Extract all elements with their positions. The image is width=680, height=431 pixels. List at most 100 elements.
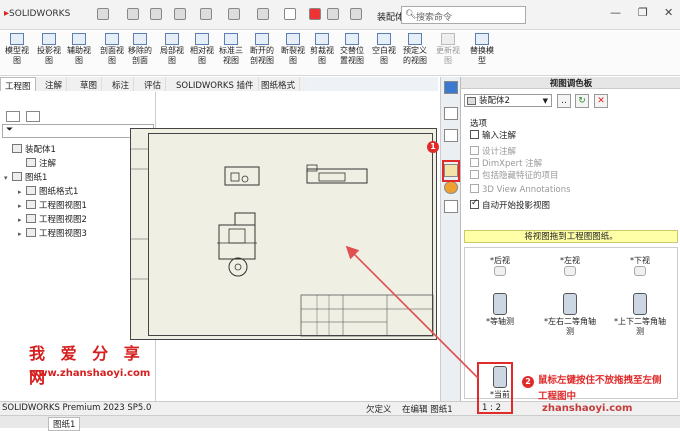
drawing-sheet[interactable] (130, 128, 437, 340)
ribbon-icon (345, 33, 359, 45)
ribbon-button-6[interactable]: 相对视 图 (187, 33, 217, 66)
restore-icon[interactable]: ❐ (638, 6, 648, 19)
ribbon-button-12[interactable]: 空白视 图 (369, 33, 399, 66)
ribbon-button-13[interactable]: 预定义 的视图 (400, 33, 430, 66)
tree-item[interactable]: ▸ 图纸格式1 (18, 186, 78, 199)
resources-icon[interactable] (444, 81, 458, 94)
tree-item[interactable]: ▸ 工程图视图2 (18, 214, 87, 227)
ribbon-icon (72, 33, 86, 45)
instruction-callout: 鼠标左键按住不放拖拽至左侧 工程图中 (538, 375, 662, 402)
new-file-icon[interactable] (127, 8, 139, 20)
ribbon-button-10[interactable]: 剪裁视 图 (307, 33, 337, 66)
tree-node-icon (12, 144, 22, 153)
browse-button[interactable]: .. (557, 94, 571, 108)
tree-item[interactable]: 注解 (18, 158, 56, 171)
ribbon-button-0[interactable]: 模型视 图 (2, 33, 32, 66)
option-checkbox[interactable]: 3D View Annotations (470, 184, 571, 195)
clear-icon[interactable]: ✕ (594, 94, 608, 108)
document-select[interactable]: 装配体2 ▼ (464, 94, 552, 107)
tree-node-icon (26, 186, 36, 195)
search-icon: 🔍︎ (405, 10, 417, 20)
ribbon-icon (10, 33, 24, 45)
options-heading: 选项 (470, 119, 488, 129)
view-preview-icon (634, 266, 646, 276)
tab-2[interactable]: 草图 (76, 77, 103, 91)
traffic-light-icon[interactable] (309, 8, 321, 20)
edit-state: 在编辑 图纸1 (402, 405, 453, 415)
option-checkbox[interactable]: 包括隐藏特征的项目 (470, 169, 559, 181)
ribbon-icon (105, 33, 119, 45)
select-cursor-icon[interactable] (284, 8, 296, 20)
ribbon-icon (224, 33, 238, 45)
redo-icon[interactable] (257, 8, 269, 20)
view-thumbnail[interactable]: *左视 (535, 256, 605, 278)
checkbox-icon (470, 130, 479, 139)
custom-properties-icon[interactable] (444, 200, 458, 213)
option-checkbox[interactable]: DimXpert 注解 (470, 157, 542, 169)
search-input[interactable]: 🔍︎ 搜索命令 (401, 6, 526, 24)
sheet-tab[interactable]: 图纸1 (48, 417, 81, 431)
tab-4[interactable]: 评估 (140, 77, 167, 91)
expand-toggle-icon[interactable]: ▸ (18, 214, 26, 227)
ribbon-button-11[interactable]: 交替位 置视图 (337, 33, 367, 66)
undo-icon[interactable] (228, 8, 240, 20)
ribbon-button-15[interactable]: 替换模 型 (467, 33, 497, 66)
ribbon-button-4[interactable]: 移除的 剖面 (125, 33, 155, 66)
checkbox-icon (470, 170, 479, 179)
drag-hint: 将视图拖到工程图图纸。 (464, 230, 678, 243)
view-thumbnail[interactable]: *下视 (605, 256, 675, 278)
gear-icon[interactable] (350, 8, 362, 20)
ribbon-button-3[interactable]: 剖面视 图 (97, 33, 127, 66)
view-thumbnail[interactable]: *左右二等角轴 测 (535, 293, 605, 337)
appearances-icon[interactable] (444, 181, 458, 194)
option-checkbox[interactable]: 输入注解 (470, 129, 516, 141)
ribbon-button-8[interactable]: 断开的 剖视图 (247, 33, 277, 66)
option-checkbox[interactable]: 自动开始投影视图 (470, 198, 550, 211)
tree-item[interactable]: ▸ 工程图视图3 (18, 228, 87, 241)
drawing-view-3[interactable] (131, 129, 438, 341)
task-pane-strip (440, 77, 460, 401)
ribbon-button-9[interactable]: 断裂视 图 (278, 33, 308, 66)
assembly-icon (467, 97, 476, 105)
expand-toggle-icon[interactable]: ▾ (4, 172, 12, 185)
tab-6[interactable]: 图纸格式 (257, 77, 301, 91)
tab-0[interactable]: 工程图 (0, 77, 36, 92)
property-tab-icon[interactable] (26, 111, 40, 122)
view-thumbnail[interactable]: *后视 (465, 256, 535, 278)
checkbox-icon (470, 158, 479, 167)
tab-3[interactable]: 标注 (108, 77, 135, 91)
expand-toggle-icon[interactable]: ▸ (18, 186, 26, 199)
view-preview-icon (563, 293, 577, 315)
ribbon-button-14[interactable]: 更新视 图 (433, 33, 463, 66)
ribbon-icon (133, 33, 147, 45)
tab-1[interactable]: 注解 (41, 77, 68, 91)
tree-item[interactable]: 装配体1 (4, 144, 56, 157)
file-explorer-icon[interactable] (444, 129, 458, 142)
rebuild-icon[interactable] (327, 8, 339, 20)
view-thumbnail[interactable]: *等轴测 (465, 293, 535, 327)
expand-toggle-icon[interactable]: ▸ (18, 228, 26, 241)
tree-item[interactable]: ▸ 工程图视图1 (18, 200, 87, 213)
ribbon-button-2[interactable]: 辅助视 图 (64, 33, 94, 66)
close-icon[interactable]: ✕ (664, 6, 673, 19)
minimize-icon[interactable]: — (610, 6, 621, 19)
save-icon[interactable] (174, 8, 186, 20)
refresh-icon[interactable]: ↻ (575, 94, 589, 108)
design-library-icon[interactable] (444, 107, 458, 120)
checkbox-icon (470, 184, 479, 193)
tree-item[interactable]: ▾ 图纸1 (4, 172, 47, 185)
expand-toggle-icon[interactable]: ▸ (18, 200, 26, 213)
tab-5[interactable]: SOLIDWORKS 插件 (172, 77, 259, 91)
step-badge-1: 1 (427, 141, 439, 153)
sheet-tab-bar: 图纸1 (0, 415, 680, 431)
open-file-icon[interactable] (150, 8, 162, 20)
option-checkbox[interactable]: 设计注解 (470, 145, 516, 157)
home-icon[interactable] (97, 8, 109, 20)
print-icon[interactable] (200, 8, 212, 20)
ribbon-button-1[interactable]: 投影视 图 (34, 33, 64, 66)
ribbon-icon (42, 33, 56, 45)
ribbon-button-7[interactable]: 标准三 视图 (216, 33, 246, 66)
feature-tree-tab-icon[interactable] (6, 111, 20, 122)
view-thumbnail[interactable]: *上下二等角轴 测 (605, 293, 675, 337)
ribbon-button-5[interactable]: 局部视 图 (157, 33, 187, 66)
